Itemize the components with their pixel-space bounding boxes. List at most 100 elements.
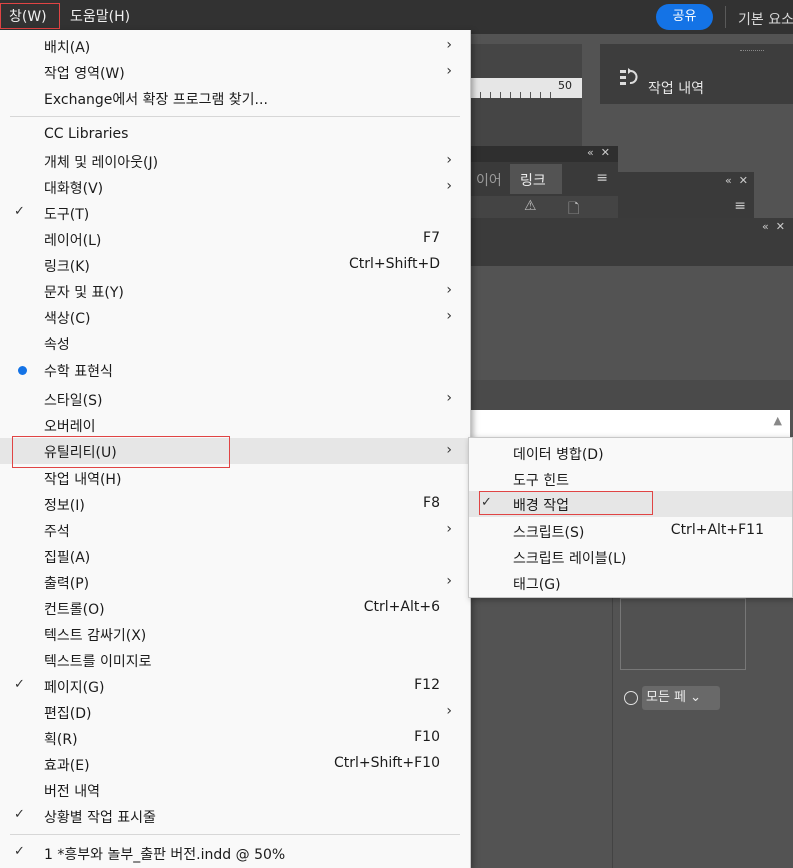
close-icon[interactable]: ✕	[776, 220, 785, 233]
history-icon	[618, 66, 640, 92]
submenu-item-label: 스크립트 레이블(L)	[513, 551, 627, 567]
chevron-right-icon: ›	[446, 573, 452, 589]
menu-item-label: 색상(C)	[44, 311, 91, 327]
menu-item-output[interactable]: 출력(P) ›	[0, 569, 470, 595]
menu-item-label: 스타일(S)	[44, 393, 103, 409]
menu-item-label: 획(R)	[44, 732, 78, 748]
menu-item-label: 출력(P)	[44, 576, 90, 592]
menu-item-pages[interactable]: ✓ 페이지(G) F12	[0, 673, 470, 699]
links-panel: « ✕ 이어 링크 ≡ ⚠ 🗋	[470, 146, 618, 226]
submenu-item-label: 태그(G)	[513, 577, 561, 593]
menu-item-shortcut: F12	[414, 677, 440, 693]
chevron-right-icon: ›	[446, 152, 452, 168]
menu-item-label: 편집(D)	[44, 706, 92, 722]
menu-item-shortcut: Ctrl+Shift+D	[349, 256, 440, 272]
menu-item-notes[interactable]: 주석 ›	[0, 517, 470, 543]
menu-item-label: 텍스트 감싸기(X)	[44, 628, 147, 644]
menu-item-arrange[interactable]: 배치(A) ›	[0, 33, 470, 59]
menu-item-text-to-image[interactable]: 텍스트를 이미지로	[0, 647, 470, 673]
menu-item-effects[interactable]: 효과(E) Ctrl+Shift+F10	[0, 751, 470, 777]
page-scope-select[interactable]: 모든 페 ⌄	[642, 686, 720, 710]
menu-separator	[10, 116, 460, 117]
submenu-item-tags[interactable]: 태그(G)	[469, 570, 792, 596]
submenu-item-script-label[interactable]: 스크립트 레이블(L)	[469, 544, 792, 570]
menu-item-label: 텍스트를 이미지로	[44, 654, 152, 670]
chevron-right-icon: ›	[446, 703, 452, 719]
menu-item-label: 문자 및 표(Y)	[44, 285, 124, 301]
menu-item-label: Exchange에서 확장 프로그램 찾기...	[44, 92, 268, 108]
panel-grip[interactable]	[740, 50, 764, 54]
menu-item-control[interactable]: 컨트롤(O) Ctrl+Alt+6	[0, 595, 470, 621]
workspace-switcher[interactable]: 기본 요소	[738, 9, 793, 29]
submenu-item-scripts[interactable]: 스크립트(S) Ctrl+Alt+F11	[469, 518, 792, 544]
submenu-item-tool-hints[interactable]: 도구 힌트	[469, 466, 792, 492]
menu-window[interactable]: 창(W)	[0, 3, 60, 29]
menu-item-type-tables[interactable]: 문자 및 표(Y) ›	[0, 278, 470, 304]
menu-item-layers[interactable]: 레이어(L) F7	[0, 226, 470, 252]
warning-icon[interactable]: ⚠	[524, 198, 537, 214]
tab-links[interactable]: 링크	[510, 164, 562, 194]
menu-help[interactable]: 도움말(H)	[70, 9, 130, 25]
menu-item-stroke[interactable]: 획(R) F10	[0, 725, 470, 751]
check-icon: ✓	[14, 844, 25, 859]
horizontal-ruler: 50	[470, 78, 582, 98]
check-icon: ✓	[14, 204, 25, 219]
submenu-item-label: 도구 힌트	[513, 473, 569, 489]
menu-item-cc-libraries[interactable]: CC Libraries	[0, 122, 470, 148]
menu-item-edit[interactable]: 편집(D) ›	[0, 699, 470, 725]
menu-item-shortcut: F8	[423, 495, 440, 511]
collapse-icon[interactable]: «	[762, 220, 769, 233]
toolbar-divider	[725, 6, 726, 28]
ruler-number: 50	[558, 79, 572, 92]
menu-item-math-expressions[interactable]: 수학 표현식	[0, 357, 470, 383]
scroll-up-icon[interactable]: ▲	[774, 414, 782, 427]
page-scope-row: 모든 페 ⌄	[620, 686, 730, 712]
share-button[interactable]: 공유	[656, 4, 713, 30]
page-scope-select-label: 모든 페	[646, 690, 687, 705]
menu-item-label: 상황별 작업 표시줄	[44, 810, 156, 826]
menu-item-object-layout[interactable]: 개체 및 레이아웃(J) ›	[0, 148, 470, 174]
links-toolbar: ⚠ 🗋	[470, 196, 618, 220]
menu-item-version-history[interactable]: 버전 내역	[0, 777, 470, 803]
menu-item-label: 주석	[44, 524, 70, 540]
radio-button[interactable]	[624, 691, 638, 705]
panel-list-field[interactable]: ▲	[470, 410, 790, 438]
chevron-down-icon: ⌄	[690, 690, 702, 705]
menu-item-tools[interactable]: ✓ 도구(T)	[0, 200, 470, 226]
menu-item-properties[interactable]: 속성	[0, 330, 470, 356]
tab-layers[interactable]: 이어	[470, 164, 508, 196]
menu-item-shortcut: Ctrl+Shift+F10	[333, 755, 440, 771]
menu-item-label: 페이지(G)	[44, 680, 105, 696]
menu-item-overlays[interactable]: 오버레이	[0, 412, 470, 438]
menu-item-info[interactable]: 정보(I) F8	[0, 491, 470, 517]
menu-item-text-wrap[interactable]: 텍스트 감싸기(X)	[0, 621, 470, 647]
menu-item-label: 배치(A)	[44, 40, 91, 56]
menu-item-interactive[interactable]: 대화형(V) ›	[0, 174, 470, 200]
menu-item-links[interactable]: 링크(K) Ctrl+Shift+D	[0, 252, 470, 278]
menu-item-label: 대화형(V)	[44, 181, 104, 197]
submenu-item-data-merge[interactable]: 데이터 병합(D)	[469, 440, 792, 466]
collapse-icon[interactable]: «	[587, 146, 594, 159]
history-panel-title: 작업 내역	[648, 81, 704, 97]
menu-item-color[interactable]: 색상(C) ›	[0, 304, 470, 330]
close-icon[interactable]: ✕	[739, 174, 748, 187]
menu-item-open-document[interactable]: ✓ 1 *흥부와 놀부_출판 버전.indd @ 50%	[0, 840, 470, 866]
menu-item-shortcut: F10	[414, 729, 440, 745]
menu-item-styles[interactable]: 스타일(S) ›	[0, 386, 470, 412]
menu-item-label: 정보(I)	[44, 498, 85, 514]
menu-item-label: 도구(T)	[44, 207, 90, 223]
menu-item-workspace[interactable]: 작업 영역(W) ›	[0, 59, 470, 85]
chevron-right-icon: ›	[446, 282, 452, 298]
chevron-right-icon: ›	[446, 442, 452, 458]
history-panel[interactable]: 작업 내역	[600, 44, 793, 104]
menu-item-contextual-taskbar[interactable]: ✓ 상황별 작업 표시줄	[0, 803, 470, 829]
menu-item-label: 1 *흥부와 놀부_출판 버전.indd @ 50%	[44, 847, 286, 863]
collapse-icon[interactable]: «	[725, 174, 732, 187]
menu-item-exchange[interactable]: Exchange에서 확장 프로그램 찾기...	[0, 85, 470, 111]
check-icon: ✓	[14, 677, 25, 692]
menu-item-history[interactable]: 작업 내역(H)	[0, 465, 470, 491]
panel-menu-icon[interactable]: ≡	[734, 198, 746, 214]
menu-item-authoring[interactable]: 집필(A)	[0, 543, 470, 569]
panel-menu-icon[interactable]: ≡	[596, 170, 608, 186]
close-icon[interactable]: ✕	[601, 146, 610, 159]
